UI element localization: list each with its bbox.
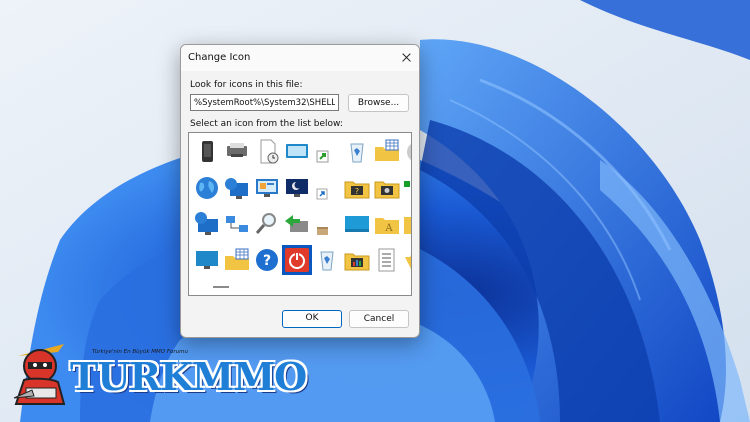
clock-icon[interactable]	[252, 137, 282, 167]
mascot-icon	[13, 344, 66, 405]
monitor-icon[interactable]	[192, 245, 222, 275]
icon-list-label: Select an icon from the list below:	[190, 119, 343, 129]
globe-icon[interactable]	[192, 173, 222, 203]
site-logo: Türkiye'nin En Büyük MMO Forumu TURKMMO	[0, 334, 307, 422]
logo-wordmark: TURKMMO	[70, 354, 307, 399]
phone-icon[interactable]	[192, 137, 222, 167]
power-icon[interactable]	[282, 245, 312, 275]
dialog-title: Change Icon	[188, 52, 251, 63]
package-icon[interactable]	[312, 209, 342, 239]
svg-text:A: A	[384, 223, 393, 234]
icon-file-input[interactable]	[190, 94, 339, 111]
shortcut-arrow-icon[interactable]	[312, 173, 342, 203]
network-globe-icon[interactable]	[192, 209, 222, 239]
network-icon[interactable]	[222, 209, 252, 239]
cancel-button[interactable]: Cancel	[349, 310, 409, 328]
monitor-icon[interactable]	[222, 137, 252, 167]
dialog-titlebar[interactable]: Change Icon	[181, 45, 419, 71]
recycle-bin-icon[interactable]	[342, 137, 372, 167]
help-icon[interactable]: ?	[252, 245, 282, 275]
recycle-bin-icon[interactable]	[312, 245, 342, 275]
folder-gear-icon[interactable]	[372, 173, 402, 203]
folder-help-icon[interactable]: ?	[342, 173, 372, 203]
green-icon[interactable]	[402, 173, 411, 203]
network-globe-icon[interactable]	[222, 173, 252, 203]
ok-button[interactable]: OK	[282, 310, 342, 328]
folder-font-icon[interactable]: A	[372, 209, 402, 239]
monitor-moon-icon[interactable]	[282, 173, 312, 203]
close-icon[interactable]	[393, 45, 419, 71]
taskbar-icon[interactable]	[342, 209, 372, 239]
browse-button[interactable]: Browse...	[348, 94, 409, 112]
folder-icon[interactable]	[402, 209, 411, 239]
star-icon[interactable]	[402, 245, 411, 275]
folder-grid-icon[interactable]	[222, 245, 252, 275]
icon-list[interactable]: ? A ?	[188, 132, 412, 296]
file-label: Look for icons in this file:	[190, 80, 303, 90]
horizontal-scrollbar[interactable]	[213, 286, 229, 288]
change-icon-dialog: Change Icon Look for icons in this file:…	[180, 44, 420, 338]
search-icon[interactable]	[252, 209, 282, 239]
disc-icon[interactable]	[402, 137, 411, 167]
svg-text:?: ?	[263, 253, 271, 269]
monitor-icon[interactable]	[282, 137, 312, 167]
shortcut-arrow-icon[interactable]	[312, 137, 342, 167]
folder-grid-icon[interactable]	[372, 137, 402, 167]
svg-text:?: ?	[355, 187, 359, 196]
display-settings-icon[interactable]	[252, 173, 282, 203]
monitor-arrow-icon[interactable]	[282, 209, 312, 239]
list-icon[interactable]	[372, 245, 402, 275]
folder-chart-icon[interactable]	[342, 245, 372, 275]
